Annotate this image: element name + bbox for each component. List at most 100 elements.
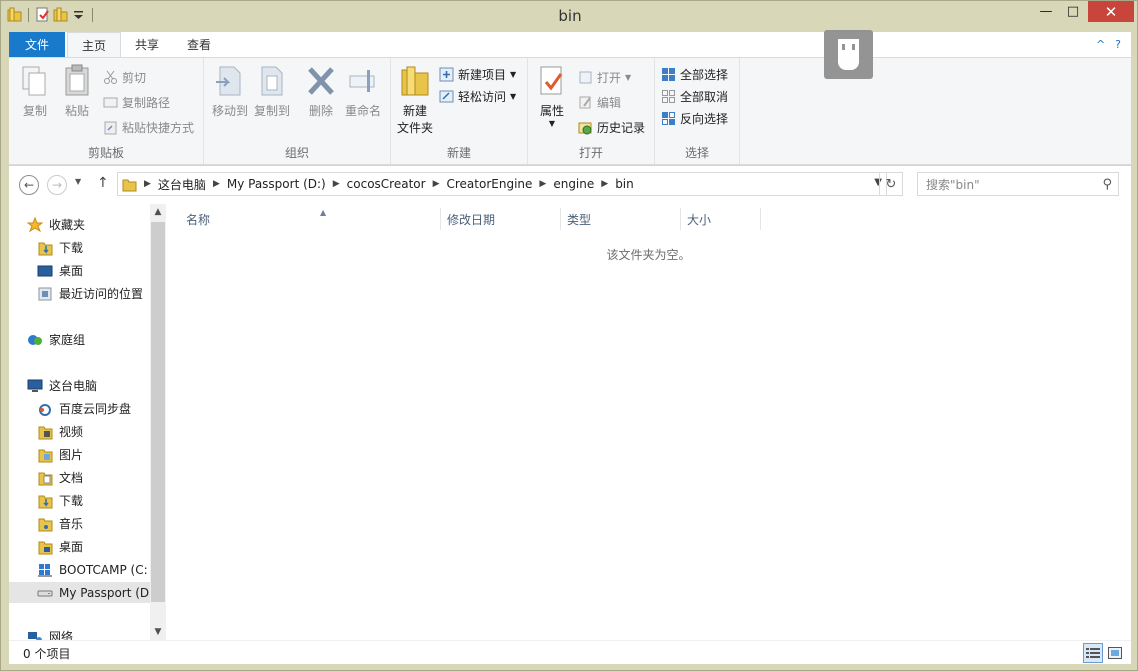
nav-label: 最近访问的位置 <box>59 287 144 301</box>
nav-homegroup[interactable]: 家庭组 <box>27 329 85 350</box>
tab-file[interactable]: 文件 <box>9 32 65 57</box>
nav-music[interactable]: 音乐 <box>37 513 83 534</box>
network-icon <box>27 629 43 640</box>
nav-recent-places[interactable]: 最近访问的位置 <box>37 283 143 304</box>
breadcrumb-item[interactable]: cocosCreator <box>347 177 426 191</box>
nav-label: 桌面 <box>59 540 84 554</box>
scroll-down-icon[interactable]: ▼ <box>150 627 166 637</box>
cloud-sync-icon <box>37 401 53 417</box>
search-input[interactable]: 搜索"bin" ⚲ <box>917 172 1119 196</box>
search-icon[interactable]: ⚲ <box>1102 177 1112 192</box>
breadcrumb-item[interactable]: 这台电脑 <box>158 176 206 193</box>
refresh-button[interactable]: ↻ <box>879 172 903 196</box>
recent-locations-icon[interactable]: ▼ <box>75 177 81 186</box>
select-group: 全部选择 全部取消 反向选择 选择 <box>655 58 740 164</box>
back-button[interactable]: ← <box>19 175 39 195</box>
minimize-button[interactable]: — <box>1033 1 1059 22</box>
breadcrumb-separator-icon[interactable]: ▶ <box>539 179 546 189</box>
copy-button[interactable]: 复制 <box>14 64 56 119</box>
nav-videos[interactable]: 视频 <box>37 421 83 442</box>
nav-passport-drive[interactable]: My Passport (D <box>9 582 150 603</box>
copy-to-button[interactable]: 复制到 <box>251 64 293 119</box>
select-all-icon <box>661 67 676 82</box>
open-button[interactable]: 打开 ▼ <box>578 67 631 87</box>
cut-button[interactable]: 剪切 <box>103 67 146 87</box>
new-item-button[interactable]: 新建项目 ▼ <box>439 64 516 84</box>
nav-label: BOOTCAMP (C: <box>59 562 148 577</box>
history-button[interactable]: 历史记录 <box>578 117 645 137</box>
breadcrumb-item[interactable]: engine <box>553 177 594 191</box>
paste-button[interactable]: 粘贴 <box>56 64 98 119</box>
nav-label: 这台电脑 <box>49 379 98 393</box>
tab-home[interactable]: 主页 <box>67 32 122 57</box>
details-view-button[interactable] <box>1083 643 1103 663</box>
breadcrumb-separator-icon[interactable]: ▶ <box>433 179 440 189</box>
breadcrumb-separator-icon[interactable]: ▶ <box>601 179 608 189</box>
nav-bootcamp-drive[interactable]: BOOTCAMP (C: <box>37 559 148 580</box>
easy-access-button[interactable]: 轻松访问 ▼ <box>439 86 516 106</box>
organize-group-label: 组织 <box>284 146 309 160</box>
move-to-button[interactable]: 移动到 <box>209 64 251 119</box>
large-icons-view-button[interactable] <box>1105 643 1125 663</box>
address-box[interactable]: ▶ 这台电脑 ▶ My Passport (D:) ▶ cocosCreator ▶ Crea… <box>117 172 887 196</box>
select-group-label: 选择 <box>684 146 709 160</box>
nav-this-pc[interactable]: 这台电脑 <box>27 375 97 396</box>
breadcrumb-separator-icon[interactable]: ▶ <box>144 179 151 189</box>
new-folder-button[interactable]: 新建 文件夹 <box>395 64 435 136</box>
nav-favorites[interactable]: 收藏夹 <box>26 214 85 235</box>
nav-documents[interactable]: 文档 <box>37 467 83 488</box>
clipboard-group: 复制 粘贴 剪切 复制路径 粘贴快捷方式 剪贴板 <box>9 58 204 164</box>
breadcrumb-item[interactable]: bin <box>615 177 634 191</box>
nav-pictures[interactable]: 图片 <box>37 444 83 465</box>
breadcrumb-item[interactable]: My Passport (D:) <box>227 177 326 191</box>
nav-baidu-sync[interactable]: 百度云同步盘 <box>37 398 131 419</box>
properties-button[interactable]: 属性 ▼ <box>532 64 572 128</box>
help-icon[interactable]: ? <box>1115 38 1121 51</box>
nav-network[interactable]: 网络 <box>27 626 73 640</box>
paste-shortcut-button[interactable]: 粘贴快捷方式 <box>103 117 194 137</box>
windows-drive-icon <box>37 562 53 578</box>
copy-path-button[interactable]: 复制路径 <box>103 92 170 112</box>
breadcrumb-separator-icon[interactable]: ▶ <box>333 179 340 189</box>
rename-button[interactable]: 重命名 <box>342 64 384 119</box>
copy-to-label: 复制到 <box>253 104 290 118</box>
collapse-ribbon-icon[interactable]: ^ <box>1096 38 1105 51</box>
cut-label: 剪切 <box>122 70 147 85</box>
nav-downloads-pc[interactable]: 下载 <box>37 490 83 511</box>
nav-label: 下载 <box>59 494 84 508</box>
move-to-icon <box>214 64 246 98</box>
open-group-label: 打开 <box>578 146 603 160</box>
column-header-name[interactable]: 名称 ▲ <box>180 208 441 230</box>
scrollbar-thumb[interactable] <box>151 222 165 602</box>
select-none-icon <box>661 89 676 104</box>
breadcrumb-item[interactable]: CreatorEngine <box>447 177 533 191</box>
tab-view[interactable]: 查看 <box>173 32 225 57</box>
tab-share[interactable]: 共享 <box>121 32 173 57</box>
column-header-date[interactable]: 修改日期 <box>441 208 561 230</box>
forward-button[interactable]: → <box>47 175 67 195</box>
up-arrow-icon[interactable]: ↑ <box>97 175 109 191</box>
column-header-type[interactable]: 类型 <box>561 208 681 230</box>
maximize-button[interactable]: □ <box>1059 1 1087 22</box>
downloads-folder-icon <box>37 240 53 256</box>
copy-path-icon <box>103 95 118 110</box>
column-header-size[interactable]: 大小 <box>681 208 761 230</box>
paste-shortcut-icon <box>103 120 118 135</box>
refresh-icon: ↻ <box>885 176 897 192</box>
invert-selection-button[interactable]: 反向选择 <box>661 108 728 128</box>
scroll-up-icon[interactable]: ▲ <box>150 207 166 217</box>
nav-desktop[interactable]: 桌面 <box>37 260 83 281</box>
details-view-icon <box>1086 648 1100 658</box>
delete-button[interactable]: 删除 <box>300 64 342 119</box>
nav-desktop-pc[interactable]: 桌面 <box>37 536 83 557</box>
nav-scrollbar[interactable]: ▲ ▼ <box>150 204 166 640</box>
select-none-button[interactable]: 全部取消 <box>661 86 728 106</box>
close-button[interactable]: ✕ <box>1088 1 1134 22</box>
edit-icon <box>578 95 593 110</box>
edit-button[interactable]: 编辑 <box>578 92 621 112</box>
breadcrumb-separator-icon[interactable]: ▶ <box>213 179 220 189</box>
ribbon-controls: ^ ? <box>1096 32 1131 57</box>
nav-downloads[interactable]: 下载 <box>37 237 83 258</box>
new-item-label: 新建项目 <box>458 67 507 82</box>
select-all-button[interactable]: 全部选择 <box>661 64 728 84</box>
